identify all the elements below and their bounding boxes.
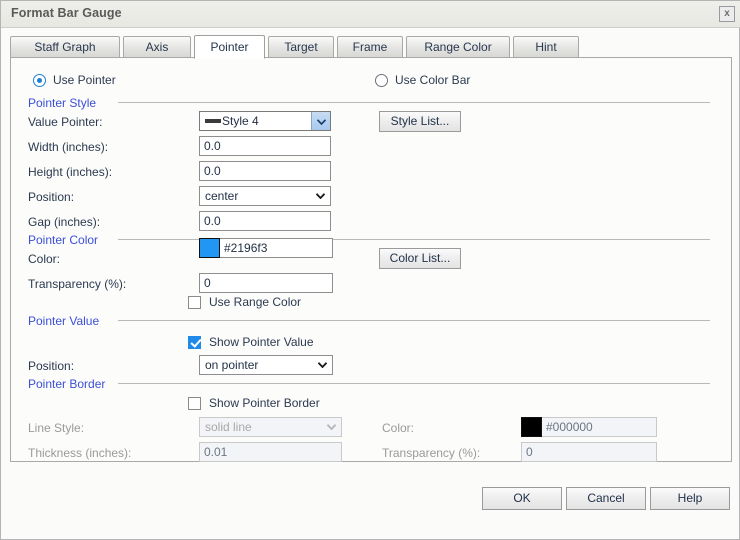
label-gap: Gap (inches): xyxy=(28,215,100,229)
section-pointer-style: Pointer Style xyxy=(28,96,96,110)
border-transparency-input: 0 xyxy=(521,442,657,462)
radio-use-pointer-indicator xyxy=(33,74,46,87)
tab-hint[interactable]: Hint xyxy=(513,36,579,58)
checkbox-use-range-color-label: Use Range Color xyxy=(209,295,301,309)
dialog-title: Format Bar Gauge xyxy=(11,6,122,20)
format-bar-gauge-dialog: Format Bar Gauge x Staff Graph Axis Poin… xyxy=(0,0,740,540)
border-color-hex: #000000 xyxy=(542,417,657,437)
pointer-value-position-value: on pointer xyxy=(205,358,258,372)
dialog-titlebar: Format Bar Gauge x xyxy=(1,1,740,28)
thickness-input: 0.01 xyxy=(199,442,342,462)
label-position-value: Position: xyxy=(28,359,74,373)
label-height: Height (inches): xyxy=(28,165,112,179)
height-input[interactable]: 0.0 xyxy=(199,161,331,181)
tab-target[interactable]: Target xyxy=(268,36,334,58)
checkbox-use-range-color[interactable]: Use Range Color xyxy=(188,295,301,309)
label-thickness: Thickness (inches): xyxy=(28,446,131,460)
checkbox-show-pointer-value-indicator xyxy=(188,336,201,349)
label-position-style: Position: xyxy=(28,190,74,204)
label-value-pointer: Value Pointer: xyxy=(28,115,103,129)
radio-use-color-bar[interactable]: Use Color Bar xyxy=(375,73,470,87)
value-pointer-select[interactable]: Style 4 xyxy=(199,111,331,131)
checkbox-use-range-color-indicator xyxy=(188,296,201,309)
position-style-select[interactable]: center xyxy=(199,186,331,206)
checkbox-show-pointer-border-indicator xyxy=(188,397,201,410)
color-list-button[interactable]: Color List... xyxy=(379,248,461,269)
tab-pointer[interactable]: Pointer xyxy=(194,35,265,59)
width-input[interactable]: 0.0 xyxy=(199,136,331,156)
chevron-down-icon xyxy=(318,362,327,368)
tab-axis[interactable]: Axis xyxy=(123,36,191,58)
pointer-settings-panel: Use Pointer Use Color Bar Pointer Style … xyxy=(10,57,732,462)
pointer-color-hex[interactable]: #2196f3 xyxy=(220,238,333,258)
pointer-value-position-select[interactable]: on pointer xyxy=(199,355,333,375)
radio-use-pointer-label: Use Pointer xyxy=(53,73,116,87)
checkbox-show-pointer-border[interactable]: Show Pointer Border xyxy=(188,396,320,410)
ok-button[interactable]: OK xyxy=(482,487,562,510)
label-pointer-transparency: Transparency (%): xyxy=(28,277,126,291)
tab-frame[interactable]: Frame xyxy=(337,36,403,58)
cancel-button[interactable]: Cancel xyxy=(566,487,646,510)
section-pointer-border-rule xyxy=(118,383,710,384)
label-line-style: Line Style: xyxy=(28,421,84,435)
border-color-swatch xyxy=(521,417,542,437)
section-pointer-value: Pointer Value xyxy=(28,314,99,328)
line-style-select: solid line xyxy=(199,417,342,437)
section-pointer-value-rule xyxy=(118,320,710,321)
section-pointer-border: Pointer Border xyxy=(28,377,105,391)
checkbox-show-pointer-border-label: Show Pointer Border xyxy=(209,396,320,410)
label-border-transparency: Transparency (%): xyxy=(382,446,480,460)
label-pointer-color: Color: xyxy=(28,252,60,266)
tab-staff-graph[interactable]: Staff Graph xyxy=(10,36,120,58)
pointer-style-preview-icon xyxy=(205,119,221,123)
pointer-transparency-input[interactable]: 0 xyxy=(199,273,333,293)
checkbox-show-pointer-value[interactable]: Show Pointer Value xyxy=(188,335,314,349)
line-style-value: solid line xyxy=(205,420,252,434)
pointer-color-swatch[interactable] xyxy=(199,238,220,258)
close-icon[interactable]: x xyxy=(719,6,735,22)
value-pointer-value: Style 4 xyxy=(222,114,259,128)
tab-bar: Staff Graph Axis Pointer Target Frame Ra… xyxy=(10,35,732,58)
checkbox-show-pointer-value-label: Show Pointer Value xyxy=(209,335,314,349)
gap-input[interactable]: 0.0 xyxy=(199,211,331,231)
section-pointer-style-rule xyxy=(118,102,710,103)
help-button[interactable]: Help xyxy=(650,487,730,510)
radio-use-color-bar-indicator xyxy=(375,74,388,87)
radio-use-color-bar-label: Use Color Bar xyxy=(395,73,470,87)
chevron-down-icon xyxy=(311,112,330,130)
label-border-color: Color: xyxy=(382,421,414,435)
position-style-value: center xyxy=(205,189,238,203)
radio-use-pointer[interactable]: Use Pointer xyxy=(33,73,116,87)
style-list-button[interactable]: Style List... xyxy=(379,111,461,132)
chevron-down-icon xyxy=(316,193,325,199)
tab-range-color[interactable]: Range Color xyxy=(406,36,510,58)
label-width: Width (inches): xyxy=(28,140,108,154)
border-color-field: #000000 xyxy=(521,417,657,437)
section-pointer-color: Pointer Color xyxy=(28,233,98,247)
pointer-color-field[interactable]: #2196f3 xyxy=(199,238,333,258)
chevron-down-icon xyxy=(327,424,336,430)
